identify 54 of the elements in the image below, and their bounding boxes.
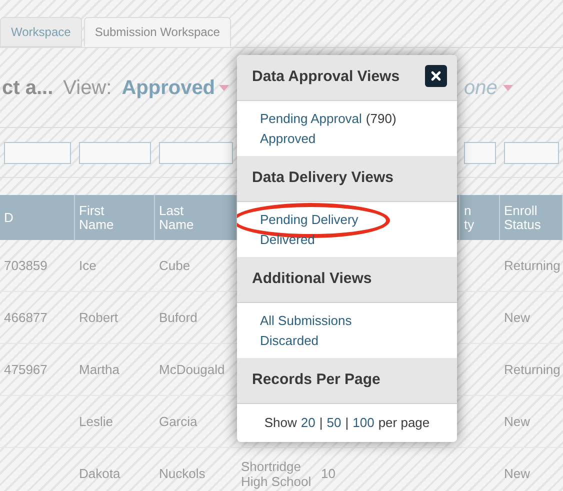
page-title: ct a... [2, 76, 54, 100]
filter-field[interactable] [504, 142, 559, 164]
footer-text: | [345, 414, 349, 432]
caret-icon [219, 84, 230, 90]
table-cell: Ice [79, 258, 96, 273]
table-cell: McDougald [159, 362, 225, 377]
table-cell: Buford [159, 310, 198, 325]
view-link[interactable]: Delivered [260, 231, 315, 248]
section-heading: Data Approval Views [252, 67, 400, 88]
footer-text: Show [264, 414, 297, 432]
page-size-link[interactable]: 20 [300, 413, 316, 433]
table-cell: 466877 [4, 310, 48, 325]
filter-field[interactable] [464, 142, 496, 164]
section-heading: Data Delivery Views [252, 168, 394, 188]
view-link[interactable]: All Submissions [260, 312, 352, 329]
view-link[interactable]: Approved [260, 130, 316, 147]
column-header: D [4, 210, 14, 224]
view-link[interactable]: Discarded [260, 332, 319, 349]
table-cell: Dakota [79, 466, 120, 481]
table-cell: Returning [504, 362, 560, 377]
table-cell: 703859 [4, 258, 48, 273]
footer-text: | [319, 414, 323, 432]
column-header: First Name [79, 204, 114, 232]
footer-text: per page [378, 414, 430, 432]
close-button[interactable] [425, 65, 447, 87]
page-size-link[interactable]: 100 [352, 413, 374, 433]
column-header: Enroll Status [504, 204, 541, 232]
count-label: (790) [366, 110, 396, 127]
view-link[interactable]: Pending Approval [260, 110, 362, 127]
table-cell: Cube [159, 258, 190, 273]
page-size-link[interactable]: 50 [326, 413, 342, 433]
close-icon [429, 69, 443, 83]
table-cell: Robert [79, 310, 118, 325]
table-cell: Returning [504, 258, 560, 273]
table-cell: New [504, 414, 530, 429]
filter-field[interactable] [159, 142, 233, 164]
view-link[interactable]: Pending Delivery [260, 211, 358, 228]
table-cell: Leslie [79, 414, 113, 429]
filter-field[interactable] [79, 142, 151, 164]
view-label: View: [63, 76, 112, 100]
filter-field[interactable] [4, 142, 71, 164]
column-header: Last Name [159, 204, 194, 232]
table-cell: New [504, 310, 530, 325]
table-cell: New [504, 466, 530, 481]
section-heading: Records Per Page [252, 370, 380, 390]
table-cell: 10 [321, 466, 336, 481]
column-header: n ty [464, 204, 474, 232]
table-cell: Martha [79, 362, 120, 377]
table-cell: 475967 [4, 362, 48, 377]
table-cell: Garcia [159, 414, 198, 429]
section-heading: Additional Views [252, 269, 372, 290]
table-cell-text: Shortridge High School [241, 458, 312, 488]
caret-icon [503, 84, 514, 90]
table-cell: Nuckols [159, 466, 206, 481]
